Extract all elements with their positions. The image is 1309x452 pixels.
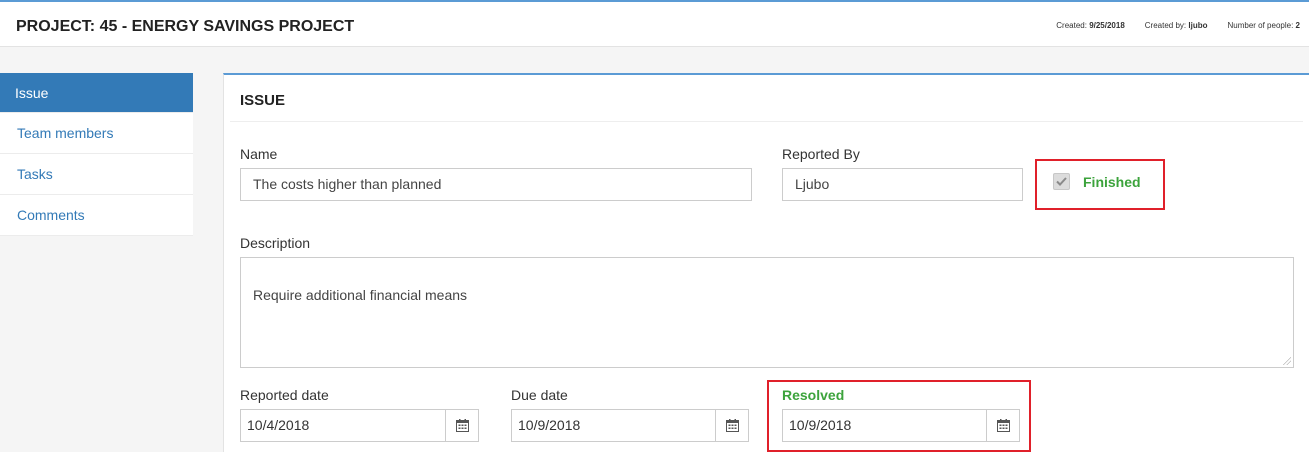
description-text: Require additional financial means [253, 287, 468, 303]
resolved-highlight [767, 380, 1031, 452]
issue-panel: ISSUE Name The costs higher than planned… [223, 73, 1309, 452]
finished-highlight [1035, 159, 1165, 210]
reported-by-label: Reported By [782, 146, 860, 162]
created-value: 9/25/2018 [1089, 21, 1125, 30]
project-title: PROJECT: 45 - ENERGY SAVINGS PROJECT [16, 18, 355, 35]
name-input[interactable]: The costs higher than planned [240, 168, 752, 201]
people-meta: Number of people: 2 [1227, 21, 1300, 30]
panel-title: ISSUE [240, 92, 286, 109]
reported-date-calendar-button[interactable] [445, 410, 478, 441]
calendar-icon [455, 419, 469, 432]
created-by-value: ljubo [1188, 21, 1208, 30]
due-date-field[interactable]: 10/9/2018 [511, 409, 749, 442]
reported-date-label: Reported date [240, 387, 329, 403]
name-label: Name [240, 146, 278, 162]
sidebar-item-issue[interactable]: Issue [0, 73, 193, 113]
reported-by-input[interactable]: Ljubo [782, 168, 1023, 201]
due-date-label: Due date [511, 387, 568, 403]
people-value: 2 [1295, 21, 1300, 30]
description-textarea[interactable]: Require additional financial means [240, 257, 1294, 368]
description-label: Description [240, 235, 311, 251]
sidebar-item-team-members[interactable]: Team members [0, 113, 193, 154]
due-date-value[interactable]: 10/9/2018 [512, 410, 715, 441]
created-label: Created: [1056, 21, 1087, 30]
top-header: PROJECT: 45 - ENERGY SAVINGS PROJECT Cre… [0, 0, 1309, 47]
sidebar-nav: Issue Team members Tasks Comments [0, 73, 193, 236]
sidebar-item-tasks[interactable]: Tasks [0, 154, 193, 195]
created-meta: Created: 9/25/2018 [1056, 21, 1125, 30]
reported-date-field[interactable]: 10/4/2018 [240, 409, 479, 442]
due-date-calendar-button[interactable] [715, 410, 748, 441]
created-by-label: Created by: [1144, 21, 1187, 30]
panel-divider [230, 121, 1303, 122]
sidebar-item-comments[interactable]: Comments [0, 195, 193, 236]
calendar-icon [725, 419, 739, 432]
people-label: Number of people: [1227, 21, 1294, 30]
reported-date-value[interactable]: 10/4/2018 [241, 410, 445, 441]
created-by-meta: Created by: ljubo [1145, 21, 1208, 30]
project-meta: Created: 9/25/2018 Created by: ljubo Num… [1036, 21, 1300, 30]
resize-handle[interactable] [1283, 357, 1291, 365]
